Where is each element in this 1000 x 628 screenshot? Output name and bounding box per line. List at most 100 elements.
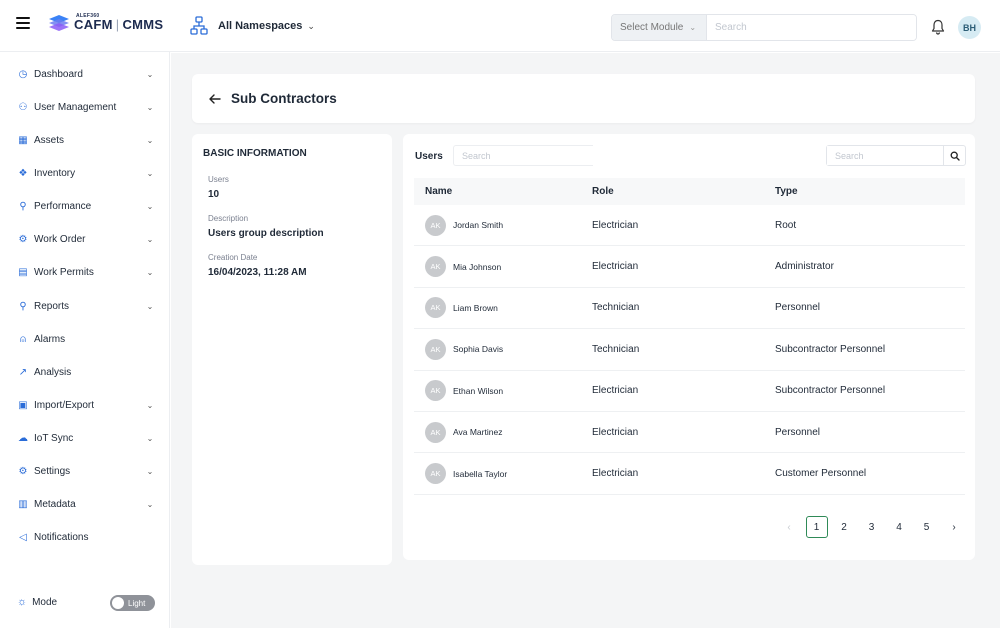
cell-role: Electrician (592, 219, 639, 231)
global-search-input[interactable] (707, 15, 916, 40)
sidebar-item-settings[interactable]: ⚙ Settings ⌄ (0, 460, 170, 482)
users-table: Name Role Type AK Jordan Smith Electrician… (414, 178, 965, 495)
sidebar-item-reports[interactable]: ⚲ Reports ⌄ (0, 295, 170, 317)
column-header-role[interactable]: Role (592, 186, 775, 197)
logo-mark-icon (46, 14, 70, 34)
table-row[interactable]: AK Jordan Smith Electrician Root (414, 205, 965, 247)
cell-name: AK Jordan Smith (414, 214, 592, 236)
chevron-down-icon[interactable]: ⌄ (145, 467, 155, 476)
page-button-5[interactable]: 5 (916, 516, 938, 538)
sidebar-item-alarms[interactable]: ⍝ Alarms (0, 328, 170, 350)
sidebar-item-notifications[interactable]: ◁ Notifications (0, 526, 170, 548)
cell-name: AK Mia Johnson (414, 256, 592, 278)
sidebar-item-dashboard[interactable]: ◷ Dashboard ⌄ (0, 63, 170, 85)
page-button-4[interactable]: 4 (888, 516, 910, 538)
sidebar-item-work-permits[interactable]: ▤ Work Permits ⌄ (0, 261, 170, 283)
next-page-icon[interactable]: › (943, 516, 965, 538)
info-key: Description (208, 214, 249, 223)
chevron-down-icon[interactable]: ⌄ (145, 235, 155, 244)
avatar: AK (425, 380, 446, 402)
page-button-3[interactable]: 3 (861, 516, 883, 538)
sidebar-item-label: Import/Export (34, 399, 95, 411)
sidebar-item-label: Assets (34, 134, 65, 146)
table-row[interactable]: AK Isabella Taylor Electrician Customer Per… (414, 453, 965, 495)
chevron-down-icon[interactable]: ⌄ (145, 434, 155, 443)
brand-logo[interactable]: ALEF360 CAFM | CMMS (46, 13, 163, 34)
page-title: Sub Contractors (231, 91, 337, 106)
namespace-selector[interactable]: All Namespaces ⌄ (190, 16, 315, 36)
user-name: Ethan Wilson (453, 385, 504, 396)
chevron-down-icon[interactable]: ⌄ (145, 500, 155, 509)
mode-label: Mode (32, 596, 58, 608)
import-export-icon: ▣ (18, 399, 28, 411)
sidebar-item-iot-sync[interactable]: ☁ IoT Sync ⌄ (0, 427, 170, 449)
chevron-down-icon[interactable]: ⌄ (145, 302, 155, 311)
chevron-down-icon[interactable]: ⌄ (145, 136, 155, 145)
sidebar-item-work-order[interactable]: ⚙ Work Order ⌄ (0, 228, 170, 250)
basic-information-heading: BASIC INFORMATION (203, 148, 307, 159)
cell-type: Personnel (775, 426, 821, 438)
grid-icon: ▦ (18, 134, 28, 146)
sidebar-item-import-export[interactable]: ▣ Import/Export ⌄ (0, 394, 170, 416)
back-arrow-icon[interactable] (208, 92, 222, 106)
top-bar: ALEF360 CAFM | CMMS All Namespaces ⌄ Selec… (0, 0, 1000, 52)
user-avatar[interactable]: BH (958, 16, 981, 39)
page-button-1[interactable]: 1 (805, 516, 828, 538)
table-search-input[interactable] (827, 146, 943, 165)
sidebar-item-analysis[interactable]: ↗ Analysis (0, 361, 170, 383)
module-select[interactable]: Select Module ⌄ (612, 15, 707, 40)
chevron-down-icon[interactable]: ⌄ (145, 103, 155, 112)
column-header-type[interactable]: Type (775, 186, 965, 197)
user-name: Liam Brown (453, 302, 498, 313)
search-icon[interactable] (943, 146, 965, 165)
avatar: AK (425, 297, 446, 319)
cell-type: Subcontractor Personnel (775, 385, 886, 397)
chevron-down-icon[interactable]: ⌄ (145, 268, 155, 277)
menu-icon[interactable] (16, 17, 30, 29)
sidebar-item-label: User Management (34, 101, 117, 113)
table-row[interactable]: AK Liam Brown Technician Personnel (414, 288, 965, 330)
avatar: AK (425, 338, 446, 360)
sidebar-item-metadata[interactable]: ▥ Metadata ⌄ (0, 493, 170, 515)
users-search-input[interactable] (453, 145, 593, 166)
chevron-down-icon[interactable]: ⌄ (145, 401, 155, 410)
cell-role: Technician (592, 302, 640, 314)
sidebar-item-label: Reports (34, 300, 70, 312)
sidebar-item-label: Notifications (34, 531, 89, 543)
network-icon: ⚲ (19, 200, 27, 212)
page-button-2[interactable]: 2 (833, 516, 855, 538)
info-key: Users (208, 175, 229, 184)
sidebar-item-label: IoT Sync (34, 432, 74, 444)
toggle-knob (112, 597, 124, 609)
theme-toggle[interactable]: Light (110, 595, 155, 611)
sidebar-item-assets[interactable]: ▦ Assets ⌄ (0, 129, 170, 151)
table-row[interactable]: AK Ethan Wilson Electrician Subcontractor P… (414, 371, 965, 412)
bell-icon[interactable] (931, 19, 945, 35)
user-name: Ava Martinez (453, 427, 503, 438)
table-row[interactable]: AK Ava Martinez Electrician Personnel (414, 412, 965, 454)
chevron-down-icon[interactable]: ⌄ (145, 202, 155, 211)
chevron-down-icon[interactable]: ⌄ (145, 169, 155, 178)
sidebar-item-label: Performance (34, 200, 92, 212)
sidebar-item-inventory[interactable]: ❖ Inventory ⌄ (0, 162, 170, 184)
cell-name: AK Ethan Wilson (414, 380, 592, 402)
table-row[interactable]: AK Sophia Davis Technician Subcontractor Pe… (414, 329, 965, 371)
pagination: ‹ 1 2 3 4 5 › (778, 516, 971, 538)
table-row[interactable]: AK Mia Johnson Electrician Administrator (414, 246, 965, 288)
column-header-name[interactable]: Name (414, 186, 592, 197)
avatar: AK (425, 256, 446, 278)
table-search-group (826, 145, 966, 166)
chevron-down-icon: ⌄ (689, 23, 697, 32)
sidebar-item-performance[interactable]: ⚲ Performance ⌄ (0, 195, 170, 217)
line-chart-icon: ↗ (18, 366, 28, 378)
users-card: Users Name Role Type AK Jordan Smith Elect… (403, 134, 975, 560)
sidebar-item-label: Metadata (34, 498, 76, 510)
page-header: Sub Contractors (192, 74, 975, 123)
chevron-down-icon[interactable]: ⌄ (145, 70, 155, 79)
cell-role: Electrician (592, 385, 639, 397)
cell-type: Root (775, 219, 797, 231)
cell-role: Electrician (592, 426, 639, 438)
sidebar-item-user-management[interactable]: ⚇ User Management ⌄ (0, 96, 170, 118)
cell-name: AK Sophia Davis (414, 338, 592, 360)
user-name: Mia Johnson (453, 261, 502, 272)
